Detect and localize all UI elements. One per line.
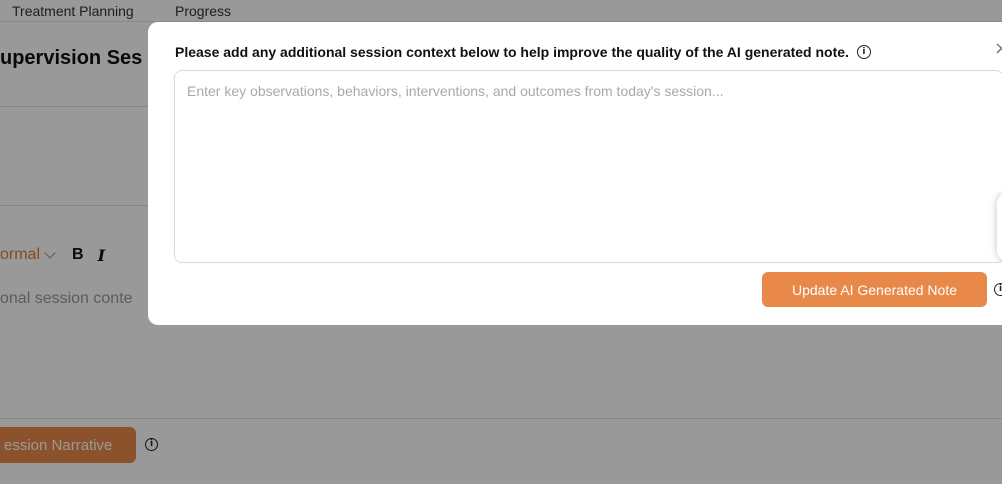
- modal-header-text: Please add any additional session contex…: [175, 44, 849, 60]
- update-ai-note-button[interactable]: Update AI Generated Note: [762, 272, 987, 307]
- session-context-textarea[interactable]: [174, 70, 1002, 263]
- close-icon[interactable]: ×: [994, 40, 1002, 58]
- modal-header: Please add any additional session contex…: [175, 44, 871, 60]
- info-icon[interactable]: i: [994, 283, 1002, 296]
- info-icon[interactable]: i: [856, 45, 871, 59]
- side-panel-handle[interactable]: [997, 192, 1002, 262]
- session-context-modal: Please add any additional session contex…: [148, 22, 1002, 325]
